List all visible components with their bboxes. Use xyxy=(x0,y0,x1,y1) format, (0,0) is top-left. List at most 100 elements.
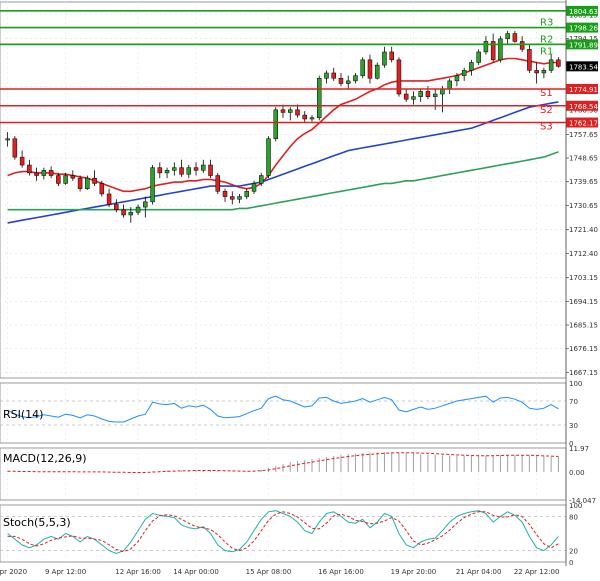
price-tick-label: 1739.65 xyxy=(569,178,598,186)
current-price-label: 1783.54 xyxy=(569,63,598,71)
candle-body xyxy=(345,80,351,84)
candle-body xyxy=(41,170,47,176)
candle-body xyxy=(367,59,373,79)
time-tick-label: 15 Apr 08:00 xyxy=(246,568,292,576)
time-tick-label: 19 Apr 20:00 xyxy=(391,568,437,576)
stoch-tick-label: 0 xyxy=(569,559,573,567)
candle-body xyxy=(5,138,10,141)
candle-body xyxy=(389,51,394,61)
candle-body xyxy=(186,167,192,175)
candle-body xyxy=(280,109,286,113)
chart-svg[interactable]: 1803.151794.151775.901766.901757.651748.… xyxy=(0,0,600,581)
price-tick-label: 1667.15 xyxy=(569,369,598,377)
candle-body xyxy=(121,209,126,216)
candle-body xyxy=(34,172,39,176)
level-price-label: 1762.17 xyxy=(569,120,598,128)
candle-body xyxy=(316,78,322,118)
level-price-label: 1791.89 xyxy=(569,41,598,49)
candle-body xyxy=(164,170,170,174)
rsi-tick-label: 70 xyxy=(569,398,578,406)
level-name: S2 xyxy=(540,105,553,116)
candle-body xyxy=(483,41,489,53)
candle-body xyxy=(541,70,547,74)
candle-body xyxy=(353,75,358,82)
candle-body xyxy=(324,72,329,79)
candle-body xyxy=(208,164,213,176)
candle-body xyxy=(534,70,539,74)
price-tick-label: 1676.15 xyxy=(569,345,598,353)
candle-body xyxy=(288,109,293,113)
candle-body xyxy=(157,167,163,174)
rsi-tick-label: 100 xyxy=(569,380,582,388)
price-tick-label: 1757.65 xyxy=(569,131,598,139)
level-price-label: 1768.54 xyxy=(569,103,598,111)
stoch-tick-label: 20 xyxy=(569,548,578,556)
candle-body xyxy=(114,204,119,210)
candle-body xyxy=(92,177,97,184)
candle-body xyxy=(135,206,141,213)
candle-body xyxy=(179,167,184,175)
candle-body xyxy=(259,175,264,184)
price-tick-label: 1694.15 xyxy=(569,298,598,306)
price-tick-label: 1712.40 xyxy=(569,250,598,258)
level-name: R3 xyxy=(540,18,553,29)
candle-body xyxy=(150,167,155,203)
candle-body xyxy=(172,167,177,171)
candle-body xyxy=(48,170,54,176)
candle-body xyxy=(338,78,344,84)
candle-body xyxy=(128,212,134,216)
candle-body xyxy=(461,70,467,76)
candle-body xyxy=(425,91,431,97)
macd-tick-label: 0.00 xyxy=(569,469,585,477)
price-tick-label: 1730.65 xyxy=(569,202,598,210)
time-tick-label: 16 Apr 16:00 xyxy=(318,568,364,576)
candle-body xyxy=(469,62,474,71)
candle-body xyxy=(512,33,518,42)
candle-body xyxy=(295,109,300,116)
level-name: R1 xyxy=(540,46,553,57)
candle-body xyxy=(19,156,25,166)
price-tick-label: 1703.15 xyxy=(569,274,598,282)
candle-body xyxy=(99,183,105,195)
candle-body xyxy=(498,38,503,61)
level-name: S3 xyxy=(540,122,553,133)
time-tick-label: 22 Apr 12:00 xyxy=(514,568,560,576)
candle-body xyxy=(12,138,18,158)
candle-body xyxy=(273,109,278,139)
candle-body xyxy=(215,175,221,192)
macd-label: MACD(12,26,9) xyxy=(3,452,87,465)
time-tick-label: 14 Apr 00:00 xyxy=(173,568,219,576)
candle-body xyxy=(266,138,271,176)
candle-body xyxy=(505,33,510,40)
candle-body xyxy=(454,75,460,82)
candle-body xyxy=(70,175,76,179)
rsi-label: RSI(14) xyxy=(3,408,43,421)
chart-window: 1803.151794.151775.901766.901757.651748.… xyxy=(0,0,600,581)
stoch-label: Stoch(5,5,3) xyxy=(3,516,71,529)
price-tick-label: 1748.65 xyxy=(569,155,598,163)
candle-body xyxy=(106,193,112,205)
panel-frame xyxy=(0,1,567,379)
candle-body xyxy=(374,64,380,79)
candle-body xyxy=(418,91,423,97)
candle-body xyxy=(143,201,148,208)
time-tick-label: 21 Apr 04:00 xyxy=(456,568,502,576)
candle-body xyxy=(63,175,68,184)
candle-body xyxy=(237,196,242,200)
candle-body xyxy=(222,191,228,197)
time-tick-label: 9 Apr 12:00 xyxy=(45,568,86,576)
candle-body xyxy=(548,59,554,71)
candle-body xyxy=(77,177,83,189)
candle-body xyxy=(403,93,409,100)
candle-body xyxy=(56,175,61,184)
stoch-tick-label: 80 xyxy=(569,513,578,521)
price-tick-label: 1685.15 xyxy=(569,322,598,330)
candle-body xyxy=(382,51,387,66)
candle-body xyxy=(302,114,307,120)
price-tick-label: 1721.40 xyxy=(569,226,598,234)
candle-body xyxy=(331,72,336,79)
time-tick-label: 8 Apr 2020 xyxy=(0,568,27,576)
candle-body xyxy=(476,51,481,63)
candle-body xyxy=(527,49,532,71)
level-price-label: 1804.63 xyxy=(569,8,598,16)
